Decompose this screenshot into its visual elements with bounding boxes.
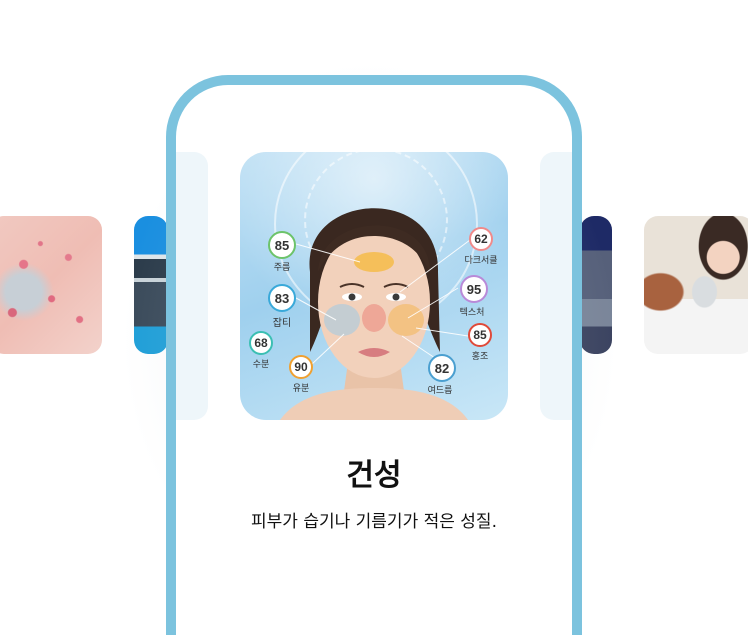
redness-label: 홍조 bbox=[471, 352, 489, 362]
wrinkle-label: 주름 bbox=[273, 263, 291, 273]
wrinkle-score: 85 bbox=[268, 231, 296, 259]
face-analysis-image[interactable]: 85 주름 83 잡티 68 수분 90 유분 62 다크서클 95 텍스처 8… bbox=[240, 152, 508, 420]
moisture-score: 68 bbox=[249, 331, 273, 355]
skin-type-title: 건성 bbox=[346, 458, 402, 493]
prev-card-peek[interactable] bbox=[176, 152, 208, 420]
dark-circle-label: 다크서클 bbox=[464, 256, 498, 266]
card-skin-rash-image[interactable] bbox=[0, 216, 102, 354]
texture-label: 텍스처 bbox=[459, 308, 485, 318]
card-consultation-image[interactable] bbox=[644, 216, 748, 354]
texture-score: 95 bbox=[460, 275, 488, 303]
next-card-peek[interactable] bbox=[540, 152, 572, 420]
dark-circle-score: 62 bbox=[469, 227, 493, 251]
acne-label: 여드름 bbox=[427, 386, 453, 396]
oil-score: 90 bbox=[289, 355, 313, 379]
redness-score: 85 bbox=[468, 323, 492, 347]
skin-type-description: 피부가 습기나 기름기가 적은 성질. bbox=[251, 512, 497, 532]
blemish-score: 83 bbox=[268, 284, 296, 312]
blemish-label: 잡티 bbox=[272, 318, 292, 329]
oil-label: 유분 bbox=[292, 384, 310, 394]
moisture-label: 수분 bbox=[252, 360, 270, 370]
acne-score: 82 bbox=[428, 354, 456, 382]
